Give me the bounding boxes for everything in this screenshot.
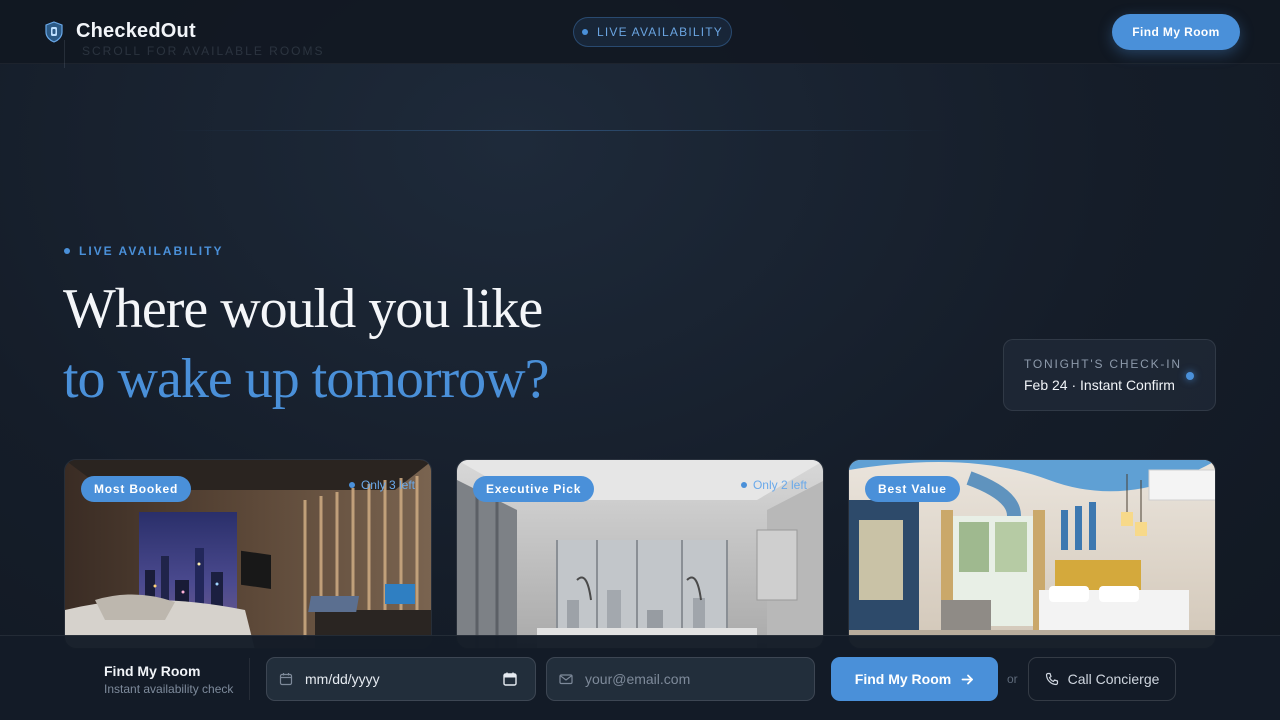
checkin-label: TONIGHT'S CHECK-IN: [1024, 357, 1182, 371]
shield-key-icon: [45, 20, 63, 43]
date-picker-icon[interactable]: [503, 672, 517, 686]
find-room-header-button[interactable]: Find My Room: [1112, 14, 1240, 50]
checkin-value: Feb 24 · Instant Confirm: [1024, 377, 1175, 393]
call-label: Call Concierge: [1067, 671, 1160, 687]
live-dot-icon: [1186, 372, 1194, 380]
room-card-executive-pick[interactable]: Executive Pick Only 2 left: [456, 459, 824, 649]
room-availability: Only 2 left: [740, 478, 807, 492]
call-concierge-button[interactable]: Call Concierge: [1028, 657, 1176, 701]
room-card-best-value[interactable]: Best Value: [848, 459, 1216, 649]
room-badge: Executive Pick: [473, 476, 595, 502]
email-field[interactable]: your@email.com: [546, 657, 815, 701]
email-placeholder: your@email.com: [585, 671, 691, 687]
site-header: CheckedOut SCROLL FOR AVAILABLE ROOMS LI…: [0, 0, 1280, 68]
room-badge: Most Booked: [81, 476, 192, 502]
brand-logo[interactable]: CheckedOut: [44, 20, 196, 43]
booking-bar-title: Find My Room: [104, 663, 201, 679]
booking-bar-subtitle: Instant availability check: [104, 682, 234, 696]
availability-label: Only 2 left: [752, 478, 807, 492]
arrow-right-icon: [961, 674, 974, 684]
decorative-divider: [170, 130, 950, 131]
room-card-most-booked[interactable]: Most Booked Only 3 left: [64, 459, 432, 649]
tonight-checkin-card: TONIGHT'S CHECK-IN Feb 24 · Instant Conf…: [1003, 339, 1216, 411]
submit-label: Find My Room: [854, 671, 952, 687]
live-availability-pill: LIVE AVAILABILITY: [573, 17, 732, 47]
hero-headline: Where would you like to wake up tomorrow…: [63, 274, 549, 414]
booking-bar: Find My Room Instant availability check …: [0, 635, 1280, 720]
date-value: mm/dd/yyyy: [305, 671, 380, 687]
mail-icon: [559, 674, 573, 685]
status-dot-icon: [581, 29, 588, 35]
status-dot-icon: [64, 248, 70, 254]
live-pill-label: LIVE AVAILABILITY: [596, 25, 723, 39]
room-badge: Best Value: [865, 476, 960, 502]
find-room-submit-button[interactable]: Find My Room: [831, 657, 998, 701]
availability-dot-icon: [348, 482, 355, 488]
or-separator: or: [1007, 672, 1018, 686]
headline-line-2: to wake up tomorrow?: [63, 348, 549, 410]
availability-label: Only 3 left: [360, 478, 415, 492]
calendar-icon: [279, 673, 293, 686]
scroll-indicator-line: [64, 40, 65, 68]
booking-bar-separator: [249, 658, 250, 700]
checkin-date-input[interactable]: mm/dd/yyyy: [266, 657, 536, 701]
brand-name: CheckedOut: [76, 20, 196, 42]
eyebrow-label: LIVE AVAILABILITY: [79, 244, 224, 258]
scroll-hint: SCROLL FOR AVAILABLE ROOMS: [82, 44, 325, 58]
room-availability: Only 3 left: [348, 478, 415, 492]
headline-line-1: Where would you like: [63, 278, 543, 340]
phone-icon: [1045, 672, 1058, 686]
hero-eyebrow: LIVE AVAILABILITY: [64, 244, 223, 258]
availability-dot-icon: [740, 482, 747, 488]
